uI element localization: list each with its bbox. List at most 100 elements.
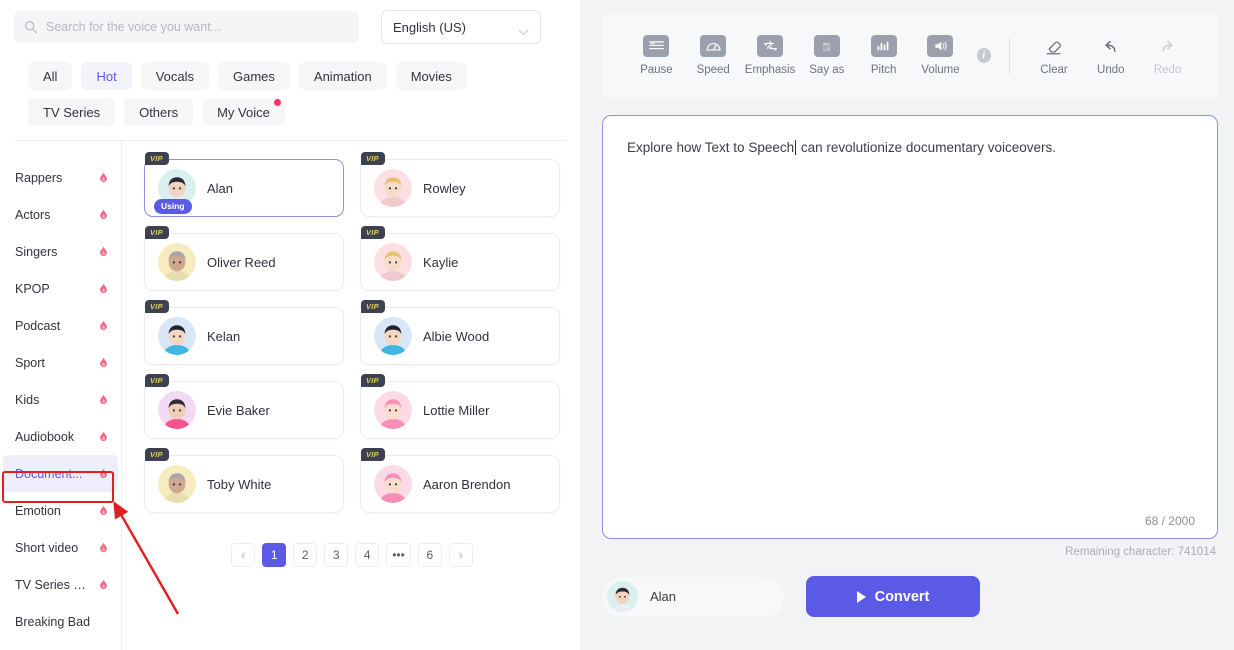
sidebar-item-kpop[interactable]: KPOP — [3, 270, 118, 307]
avatar — [158, 465, 196, 503]
category-tab-label: My Voice — [217, 104, 270, 120]
text-caret — [795, 140, 797, 155]
voice-card[interactable]: VIP Albie Wood — [360, 300, 560, 365]
flame-icon — [99, 357, 108, 368]
svg-text:abc: abc — [823, 41, 831, 46]
sidebar-item-singers[interactable]: Singers — [3, 233, 118, 270]
editor-panel: Pause Speed Emphasis abc 123 Say as Pitch Volum… — [580, 0, 1234, 650]
redo-arrow-icon — [1156, 35, 1180, 57]
pagination-page-6[interactable]: 6 — [417, 543, 442, 567]
flame-icon — [99, 283, 108, 294]
pagination-next-button[interactable]: › — [448, 543, 473, 567]
vip-badge: VIP — [361, 374, 385, 387]
sidebar-item-label: Audiobook — [15, 429, 75, 444]
voice-name: Aaron Brendon — [423, 476, 511, 492]
toolbar-tool-label: Pause — [640, 64, 673, 76]
sidebar-item-label: TV Series & ... — [15, 577, 93, 592]
voice-card[interactable]: VIP Lottie Miller — [360, 374, 560, 439]
voice-card[interactable]: VIP Toby White — [144, 448, 344, 513]
info-icon[interactable]: i — [976, 48, 991, 63]
sidebar-item-label: Kids — [15, 392, 40, 407]
voice-card[interactable]: VIP Oliver Reed — [144, 226, 344, 291]
sidebar-item-podcast[interactable]: Podcast — [3, 307, 118, 344]
pagination-page-2[interactable]: 2 — [293, 543, 318, 567]
voice-name: Kaylie — [423, 254, 459, 270]
sidebar-item-short-video[interactable]: Short video — [3, 529, 118, 566]
vip-badge: VIP — [361, 300, 385, 313]
voice-card[interactable]: VIP Aaron Brendon — [360, 448, 560, 513]
voice-card[interactable]: VIP Kaylie — [360, 226, 560, 291]
editor-content: Explore how Text to Speech can revolutio… — [627, 138, 1193, 158]
convert-button[interactable]: Convert — [806, 576, 980, 617]
category-tab-games[interactable]: Games — [218, 62, 290, 90]
toolbar-action-undo[interactable]: Undo — [1082, 35, 1139, 76]
notification-dot-icon — [273, 99, 281, 106]
pagination-page-3[interactable]: 3 — [324, 543, 349, 567]
search-box[interactable] — [14, 11, 359, 43]
voice-name: Lottie Miller — [423, 402, 490, 418]
category-tab-all[interactable]: All — [28, 62, 73, 90]
undo-arrow-icon — [1099, 35, 1123, 57]
voice-card[interactable]: VIP Alan Using — [144, 152, 344, 217]
flame-icon — [99, 505, 108, 516]
flame-icon — [99, 468, 108, 479]
toolbar-tool-say-as[interactable]: abc 123 Say as — [798, 35, 855, 76]
language-select[interactable]: English (US) — [381, 10, 541, 44]
pagination-page-1[interactable]: 1 — [262, 543, 287, 567]
category-tab-label: Animation — [313, 68, 372, 84]
sidebar-item-actors[interactable]: Actors — [3, 196, 118, 233]
vip-badge: VIP — [145, 448, 169, 461]
voice-card[interactable]: VIP Kelan — [144, 300, 344, 365]
text-editor[interactable]: Explore how Text to Speech can revolutio… — [602, 115, 1218, 539]
pagination-page-•••[interactable]: ••• — [386, 543, 411, 567]
toolbar-tool-pitch[interactable]: Pitch — [855, 35, 912, 76]
category-sidebar[interactable]: Rappers Actors Singers KPOP Podcast Sport Kids… — [0, 141, 122, 650]
category-tab-vocals[interactable]: Vocals — [140, 62, 209, 90]
toolbar-tool-pause[interactable]: Pause — [628, 35, 685, 76]
using-badge: Using — [154, 199, 192, 214]
sidebar-item-tv-series[interactable]: TV Series & ... — [3, 566, 118, 603]
flame-icon — [99, 431, 108, 442]
category-tab-label: Movies — [410, 68, 452, 84]
toolbar-tool-label: Emphasis — [744, 64, 796, 76]
sidebar-item-label: KPOP — [15, 281, 50, 296]
search-input[interactable] — [46, 20, 349, 34]
category-tab-animation[interactable]: Animation — [298, 62, 387, 90]
sidebar-item-audiobook[interactable]: Audiobook — [3, 418, 118, 455]
toolbar-action-clear[interactable]: Clear — [1026, 35, 1083, 76]
sidebar-item-breaking-bad[interactable]: Breaking Bad — [3, 603, 118, 640]
remaining-character-label: Remaining character: 741014 — [1065, 546, 1216, 558]
sidebar-item-kids[interactable]: Kids — [3, 381, 118, 418]
toolbar-tool-speed[interactable]: Speed — [685, 35, 742, 76]
flame-icon — [99, 579, 108, 590]
sidebar-item-sport[interactable]: Sport — [3, 344, 118, 381]
pitch-bars-icon — [870, 35, 897, 57]
toolbar-tool-emphasis[interactable]: Emphasis — [742, 35, 799, 76]
avatar — [374, 391, 412, 429]
pagination-page-4[interactable]: 4 — [355, 543, 380, 567]
editor-text-after-caret: can revolutionize documentary voiceovers… — [797, 140, 1056, 155]
editor-text-before-caret: Explore how Text to Speech — [627, 140, 795, 155]
language-select-value: English (US) — [393, 19, 466, 35]
toolbar-tool-volume[interactable]: Volume — [912, 35, 969, 76]
sidebar-item-document[interactable]: Document... — [3, 455, 118, 492]
category-tab-label: Hot — [96, 68, 117, 84]
emphasis-arrows-icon — [757, 35, 784, 57]
category-tab-hot[interactable]: Hot — [81, 62, 132, 90]
voice-library-panel: English (US) All Hot Vocals Games Animation M… — [0, 0, 580, 650]
sidebar-item-rappers[interactable]: Rappers — [3, 159, 118, 196]
voice-card[interactable]: VIP Rowley — [360, 152, 560, 217]
avatar — [158, 317, 196, 355]
category-tab-label: All — [43, 68, 58, 84]
pagination-prev-button[interactable]: ‹ — [231, 543, 256, 567]
eraser-icon — [1042, 35, 1066, 57]
category-tab-tv-series[interactable]: TV Series — [28, 98, 116, 126]
svg-text:123: 123 — [823, 47, 831, 52]
category-tab-my-voice[interactable]: My Voice — [202, 98, 285, 126]
search-row: English (US) — [14, 10, 566, 44]
selected-voice-chip[interactable]: Alan — [602, 576, 784, 617]
category-tab-movies[interactable]: Movies — [395, 62, 467, 90]
category-tab-others[interactable]: Others — [124, 98, 194, 126]
voice-card[interactable]: VIP Evie Baker — [144, 374, 344, 439]
sidebar-item-emotion[interactable]: Emotion — [3, 492, 118, 529]
